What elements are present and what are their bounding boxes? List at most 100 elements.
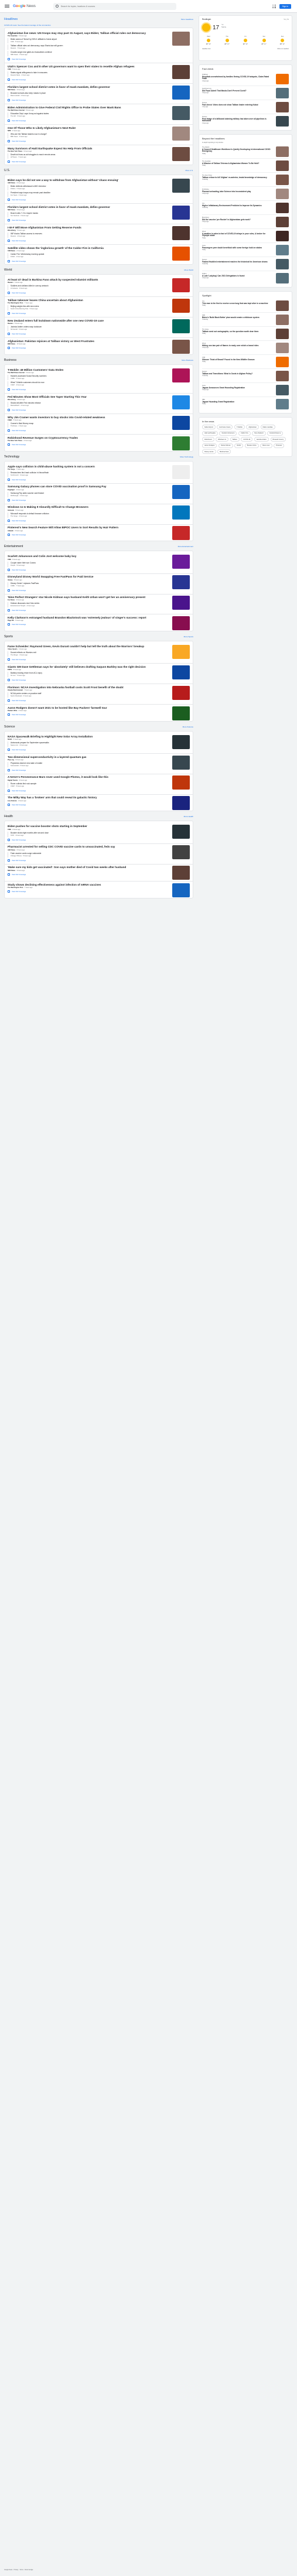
source-name[interactable]: ABC News — [8, 849, 15, 851]
story-thumbnail[interactable] — [172, 685, 190, 700]
side-story-headline[interactable]: A Late 'Ladybug' Can 2021 Delegations is… — [202, 275, 271, 278]
related-headline[interactable]: Crowds surge near gates as evacuations c… — [11, 51, 166, 53]
full-coverage-link[interactable]: View Full Coverage — [8, 607, 166, 613]
section-more-link[interactable]: More U.S. — [185, 169, 193, 172]
full-coverage-link[interactable]: View Full Coverage — [8, 217, 166, 223]
full-coverage-link[interactable]: View Full Coverage — [8, 747, 166, 752]
story-headline[interactable]: Why Jim Cramer wants investors to buy st… — [8, 416, 166, 419]
weather-source[interactable]: weather.com — [202, 48, 211, 50]
side-story-thumbnail[interactable] — [276, 87, 289, 98]
topic-chip[interactable]: Hurricane Grace — [217, 425, 233, 429]
related-article[interactable]: Biden warns of 'threat' by ISIS-K affili… — [8, 38, 166, 44]
story-thumbnail[interactable] — [172, 555, 190, 569]
side-story[interactable]: NBC Jaguar Hounding Grant Registration Tod… — [202, 397, 289, 411]
source-name[interactable]: NPR — [8, 130, 11, 132]
story-headline[interactable]: Windows 11 Is Making It Absurdly Difficu… — [8, 505, 166, 508]
story-thumbnail[interactable] — [172, 319, 190, 333]
source-name[interactable]: Reuters — [8, 323, 13, 324]
story-headline[interactable]: I-W-F Will Move Afghanistan From Getting… — [8, 226, 166, 229]
source-name[interactable]: CNN — [8, 69, 11, 70]
story-headline[interactable]: Giants GM Dave Gettleman says he 'absolu… — [8, 665, 166, 668]
story-thumbnail[interactable] — [172, 105, 190, 120]
full-coverage-link[interactable]: View Full Coverage — [8, 159, 166, 164]
full-coverage-link[interactable]: View Full Coverage — [8, 331, 166, 336]
related-article[interactable]: Disney Genie+ replaces FastPass CNBC · 7 … — [8, 582, 166, 587]
full-coverage-link[interactable]: View Full Coverage — [8, 518, 166, 523]
section-more-link[interactable]: More Technology — [180, 456, 193, 458]
side-story-thumbnail[interactable] — [276, 370, 289, 381]
full-coverage-link[interactable]: View Full Coverage — [8, 788, 166, 793]
story-thumbnail[interactable] — [172, 278, 190, 293]
source-name[interactable]: NBC News — [8, 870, 15, 872]
story-thumbnail[interactable] — [172, 415, 190, 430]
side-story-thumbnail[interactable] — [276, 398, 289, 409]
side-story[interactable]: Wired A weather is sales to fact of COVID… — [202, 229, 289, 243]
related-headline[interactable]: Board votes 7-2 to require masks — [11, 212, 166, 214]
forecast-day[interactable]: Wed 23° 12° — [202, 36, 215, 45]
source-name[interactable]: The New York Times — [8, 151, 22, 152]
related-article[interactable]: Microsoft responds to default browser cr… — [8, 512, 166, 518]
side-story-headline[interactable]: A weather is sales to fact of COVID-19 d… — [202, 233, 271, 238]
related-headline[interactable]: Who are the Taliban leaders now in charg… — [11, 133, 166, 135]
source-name[interactable]: The Guardian — [8, 35, 18, 37]
sign-in-button[interactable]: Sign in — [279, 4, 291, 9]
story-thumbnail[interactable] — [172, 505, 190, 520]
source-name[interactable]: Reuters — [8, 282, 13, 283]
side-story-headline[interactable]: A Council Healthcare Workforce Is Quietl… — [202, 148, 271, 153]
section-title[interactable]: Health — [4, 815, 13, 818]
related-article[interactable]: NCAA probe centers on practice staff Spor… — [8, 692, 166, 698]
side-story[interactable]: Axios Passengers peer doubt beneficial wi… — [202, 243, 289, 257]
story-headline[interactable]: Apple says collision in child-abuse hash… — [8, 465, 166, 468]
full-coverage-link[interactable]: View Full Coverage — [8, 621, 166, 627]
story-headline[interactable]: T-Mobile: 48 Million Customers' Data Sto… — [8, 368, 166, 371]
story-thumbnail[interactable] — [172, 395, 190, 409]
source-name[interactable]: The Wall Street Journal — [8, 110, 25, 111]
section-more-link[interactable]: More Health — [184, 815, 193, 818]
section-more-link[interactable]: More Sports — [184, 636, 193, 638]
story-headline[interactable]: Samsung Galaxy phones can store COVID va… — [8, 485, 166, 488]
source-name[interactable]: CNBC — [8, 419, 12, 421]
source-name[interactable]: Bloomberg — [8, 230, 16, 231]
story-thumbnail[interactable] — [172, 596, 190, 610]
source-name[interactable]: Packers Wire — [8, 710, 17, 712]
side-story-thumbnail[interactable] — [276, 146, 289, 157]
related-article[interactable]: Couple name their son Cosmo People · 5 ho… — [8, 561, 166, 567]
full-coverage-link[interactable]: View Full Coverage — [8, 657, 166, 662]
full-coverage-link[interactable]: View Full Coverage — [8, 698, 166, 703]
full-coverage-link[interactable]: View Full Coverage — [8, 97, 166, 103]
side-story-thumbnail[interactable] — [276, 174, 289, 185]
story-headline[interactable]: Taliban takeover leaves China uncertain … — [8, 299, 166, 302]
section-more-link[interactable]: More Headlines — [181, 18, 193, 21]
forecast-day[interactable]: Sat 21° 11° — [258, 36, 271, 45]
full-coverage-link[interactable]: View Full Coverage — [8, 258, 166, 264]
full-coverage-link[interactable]: View Full Coverage — [8, 197, 166, 202]
side-story-thumbnail[interactable] — [276, 202, 289, 213]
source-name[interactable]: Gizmodo — [8, 510, 14, 511]
topic-chip[interactable]: Haiti earthquake — [202, 431, 218, 436]
side-story[interactable]: PolitiFact Hospitals overwhelmed by famil… — [202, 72, 289, 86]
side-story[interactable]: Wired Hitting one-two pair of flames in r… — [202, 341, 289, 355]
story-thumbnail[interactable] — [172, 883, 190, 897]
topic-chip[interactable]: Federal Reserve — [267, 431, 284, 436]
story-headline[interactable]: The Milky Way has a 'broken' arm that co… — [8, 796, 166, 799]
section-title[interactable]: Entertainment — [4, 545, 23, 548]
related-headline[interactable]: Fake vaccine cards surge nationwide — [11, 852, 166, 855]
related-article[interactable]: Barkley nearing return from ACL injury NJ… — [8, 672, 166, 678]
story-headline[interactable]: New Zealand enters full lockdown nationw… — [8, 319, 166, 322]
story-headline[interactable]: Two-dimensional superconductivity in a l… — [8, 756, 166, 759]
story-thumbnail[interactable] — [172, 845, 190, 860]
side-story[interactable]: The Guardian A Mission of Taliban Teheran… — [202, 159, 289, 173]
story-thumbnail[interactable] — [172, 464, 190, 479]
related-article[interactable]: Biden defends withdrawal in ABC intervie… — [8, 185, 166, 191]
forecast-day[interactable]: Thu 24° 13° — [221, 36, 234, 45]
related-headline[interactable]: Taliban official rules out democracy, sa… — [11, 45, 166, 47]
full-coverage-link[interactable]: View Full Coverage — [8, 767, 166, 773]
story-headline[interactable]: Biden Administration to Give Federal Civ… — [8, 106, 166, 109]
side-story-thumbnail[interactable] — [276, 216, 289, 227]
story-headline[interactable]: Florida's largest school district votes … — [8, 86, 166, 88]
related-headline[interactable]: Death toll rises as aid struggles to rea… — [11, 153, 166, 156]
topic-chip[interactable]: Disney Genie — [202, 449, 216, 454]
side-story[interactable]: Reuters Fastest Huddled entertainment rea… — [202, 257, 289, 271]
source-name[interactable]: The Verge — [8, 469, 15, 470]
related-headline[interactable]: What T-Mobile customers should do now — [11, 381, 166, 384]
